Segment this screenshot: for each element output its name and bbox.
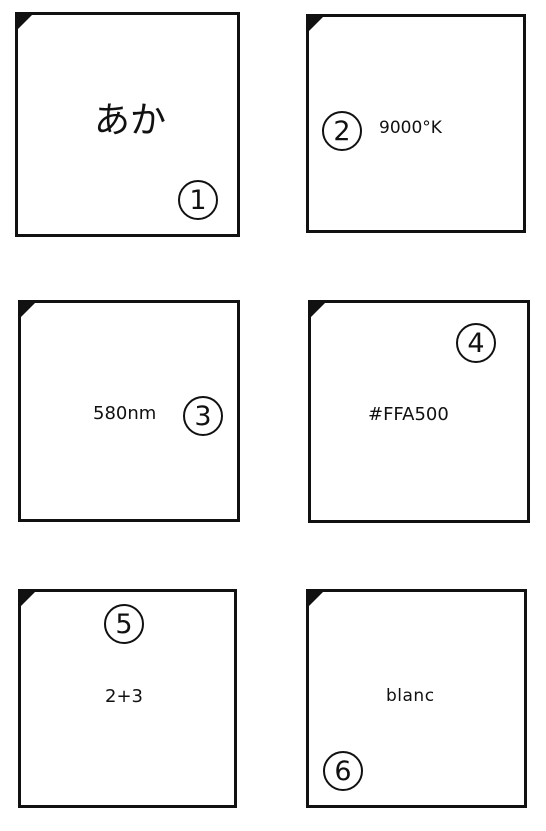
- card-5[interactable]: 2+3 5: [18, 589, 237, 808]
- card-number-badge: 3: [183, 396, 223, 436]
- card-number-badge: 5: [104, 604, 144, 644]
- corner-fold-icon: [308, 16, 324, 32]
- card-label: あか: [94, 100, 167, 141]
- card-number-badge: 1: [178, 180, 218, 220]
- card-number-badge: 2: [322, 111, 362, 151]
- corner-fold-icon: [310, 302, 326, 318]
- card-number-badge: 4: [456, 323, 496, 363]
- card-label: blanc: [386, 686, 435, 706]
- card-label: #FFA500: [368, 404, 449, 425]
- card-1[interactable]: あか 1: [15, 12, 240, 237]
- card-6[interactable]: blanc 6: [306, 589, 527, 808]
- card-3[interactable]: 580nm 3: [18, 300, 240, 522]
- card-label: 2+3: [105, 686, 143, 707]
- corner-fold-icon: [17, 14, 33, 30]
- corner-fold-icon: [20, 302, 36, 318]
- corner-fold-icon: [308, 591, 324, 607]
- corner-fold-icon: [20, 591, 36, 607]
- card-label: 580nm: [93, 403, 157, 424]
- card-label: 9000°K: [379, 118, 442, 138]
- card-2[interactable]: 9000°K 2: [306, 14, 526, 233]
- card-4[interactable]: #FFA500 4: [308, 300, 530, 523]
- card-number-badge: 6: [323, 751, 363, 791]
